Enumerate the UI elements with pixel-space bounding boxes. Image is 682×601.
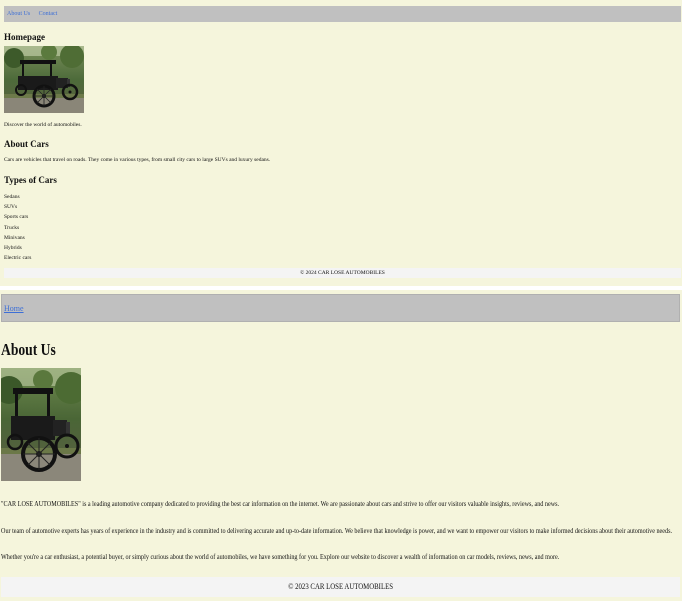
list-item: SUVs [4, 204, 18, 211]
list-item: Hybrids [4, 245, 22, 252]
about-us-title: About Us [1, 340, 56, 359]
homepage-tagline: Discover the world of automobiles. [4, 122, 82, 128]
types-of-cars-list: Sedans SUVs Sports cars Trucks Minivans … [4, 192, 31, 263]
list-item: Minivans [4, 234, 25, 241]
homepage-title: Homepage [4, 32, 45, 42]
about-paragraph: Whether you're a car enthusiast, a poten… [1, 552, 560, 561]
nav-link-contact[interactable]: Contact [39, 11, 58, 17]
nav-link-home[interactable]: Home [4, 304, 24, 313]
about-footer: © 2023 CAR LOSE AUTOMOBILES [1, 577, 680, 597]
about-paragraph: Our team of automotive experts has years… [1, 526, 673, 535]
list-item: Sedans [4, 194, 20, 200]
homepage-footer: © 2024 CAR LOSE AUTOMOBILES [4, 268, 681, 278]
car-photo [4, 46, 84, 113]
screenshot: About Us Contact Homepage Discover the w… [0, 0, 682, 601]
nav-link-about-us[interactable]: About Us [7, 11, 30, 17]
list-item: Sports cars [4, 214, 29, 221]
about-cars-text: Cars are vehicles that travel on roads. … [4, 157, 271, 163]
about-cars-heading: About Cars [4, 139, 49, 149]
homepage-panel: About Us Contact Homepage Discover the w… [0, 0, 682, 286]
car-photo [1, 368, 81, 481]
copyright-text: © 2023 CAR LOSE AUTOMOBILES [288, 582, 393, 591]
types-of-cars-heading: Types of Cars [4, 175, 57, 185]
copyright-text: © 2024 CAR LOSE AUTOMOBILES [300, 270, 385, 276]
about-navbar: Home [1, 294, 680, 322]
list-item: Trucks [4, 224, 20, 231]
homepage-navbar: About Us Contact [4, 6, 681, 22]
about-us-panel: Home About Us "CAR LOSE AUTOMOBILES" is … [0, 290, 682, 601]
about-paragraph: "CAR LOSE AUTOMOBILES" is a leading auto… [1, 499, 560, 508]
list-item: Electric cars [4, 255, 32, 262]
